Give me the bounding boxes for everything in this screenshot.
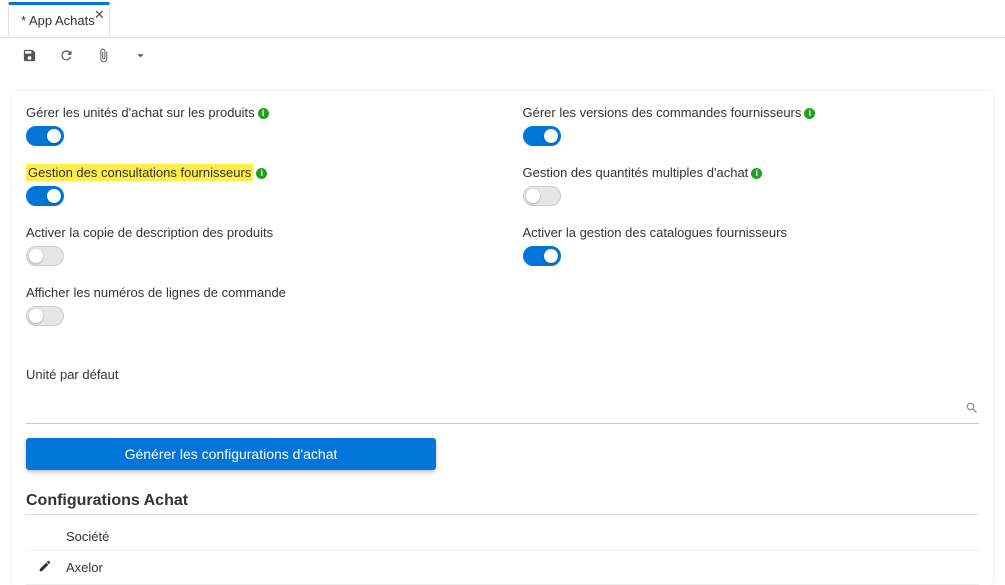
generate-config-button[interactable]: Générer les configurations d'achat — [26, 438, 436, 470]
edit-icon[interactable] — [38, 559, 52, 576]
field-label: Afficher les numéros de lignes de comman… — [26, 285, 286, 300]
tab-app-achats[interactable]: * App Achats ✕ — [8, 2, 110, 36]
refresh-icon[interactable] — [59, 48, 74, 63]
info-icon[interactable]: i — [751, 168, 762, 179]
save-icon[interactable] — [22, 48, 37, 63]
field-label: Activer la copie de description des prod… — [26, 225, 273, 240]
toggle-multiple-qty[interactable] — [523, 186, 561, 206]
toolbar — [0, 38, 1005, 71]
search-icon[interactable] — [965, 401, 979, 418]
field-line-numbers: Afficher les numéros de lignes de comman… — [26, 285, 483, 329]
default-unit-field: Unité par défaut — [26, 367, 979, 424]
default-unit-input[interactable] — [26, 398, 965, 421]
field-order-versions: Gérer les versions des commandes fournis… — [523, 105, 980, 149]
tab-bar: * App Achats ✕ — [0, 0, 1005, 38]
table-header-company: Société — [26, 523, 979, 551]
toggle-order-versions[interactable] — [523, 126, 561, 146]
config-panel: Gérer les unités d'achat sur les produit… — [12, 91, 993, 585]
field-label: Gérer les unités d'achat sur les produit… — [26, 105, 255, 120]
default-unit-label: Unité par défaut — [26, 367, 979, 382]
field-units-purchase: Gérer les unités d'achat sur les produit… — [26, 105, 483, 149]
field-multiple-qty: Gestion des quantités multiples d'achati — [523, 165, 980, 209]
section-title: Configurations Achat — [26, 492, 979, 515]
table-row[interactable]: Axelor — [26, 551, 979, 585]
toggle-supplier-catalogs[interactable] — [523, 246, 561, 266]
toggle-copy-description[interactable] — [26, 246, 64, 266]
toggle-line-numbers[interactable] — [26, 306, 64, 326]
toggle-supplier-consultations[interactable] — [26, 186, 64, 206]
attachment-icon[interactable] — [96, 48, 111, 63]
field-label: Activer la gestion des catalogues fourni… — [523, 225, 787, 240]
info-icon[interactable]: i — [256, 168, 267, 179]
info-icon[interactable]: i — [804, 108, 815, 119]
toggle-units-purchase[interactable] — [26, 126, 64, 146]
field-supplier-consultations: Gestion des consultations fournisseursi — [26, 165, 483, 209]
dropdown-icon[interactable] — [133, 48, 148, 63]
field-copy-description: Activer la copie de description des prod… — [26, 225, 483, 269]
right-column: Gérer les versions des commandes fournis… — [523, 105, 980, 345]
close-icon[interactable]: ✕ — [94, 7, 105, 23]
field-label: Gérer les versions des commandes fournis… — [523, 105, 802, 120]
tab-title: * App Achats — [21, 13, 95, 28]
field-label: Gestion des consultations fournisseurs — [26, 164, 253, 181]
field-label: Gestion des quantités multiples d'achat — [523, 165, 749, 180]
table-cell-company: Axelor — [66, 560, 103, 575]
info-icon[interactable]: i — [258, 108, 269, 119]
config-table: Société Axelor — [26, 523, 979, 585]
field-supplier-catalogs: Activer la gestion des catalogues fourni… — [523, 225, 980, 269]
left-column: Gérer les unités d'achat sur les produit… — [26, 105, 483, 345]
